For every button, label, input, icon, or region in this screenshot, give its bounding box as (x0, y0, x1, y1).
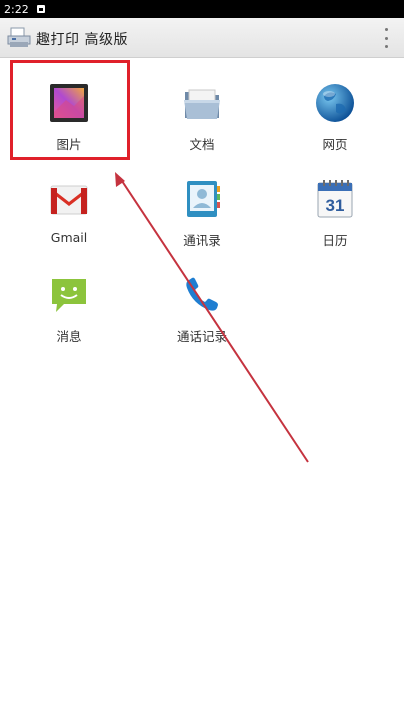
annotation-arrow (115, 172, 309, 463)
